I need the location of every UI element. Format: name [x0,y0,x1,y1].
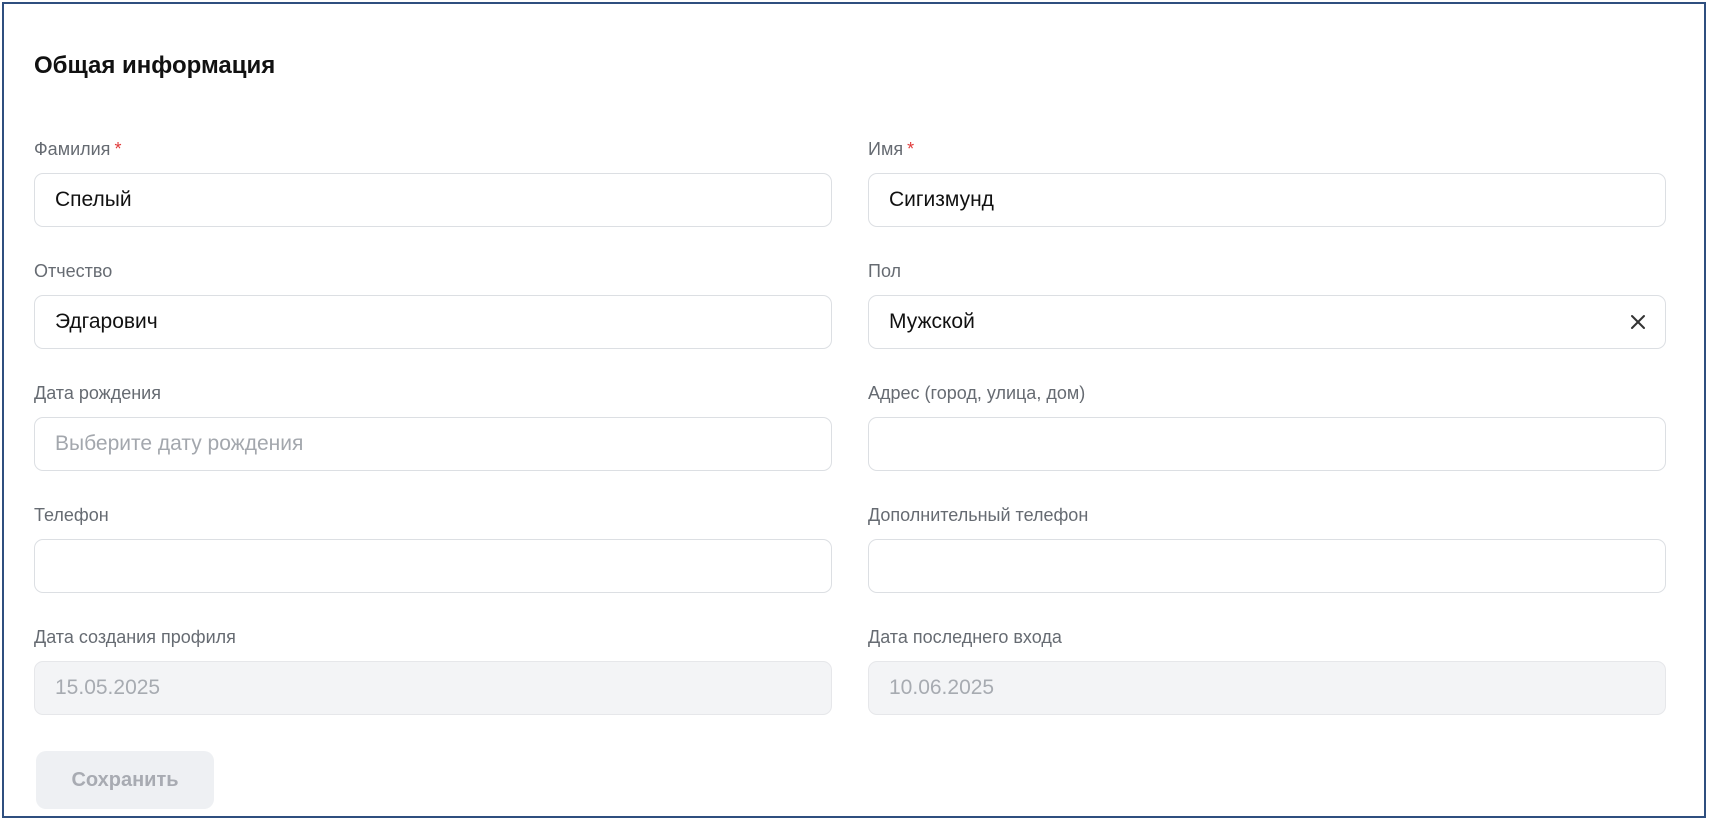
last-login-label: Дата последнего входа [868,627,1062,647]
first-name-field: Имя * Сигизмунд [868,138,1666,227]
gender-field: Пол Мужской [868,260,1666,349]
last-name-label: Фамилия * [34,139,122,159]
address-field: Адрес (город, улица, дом) [868,382,1666,471]
required-mark: * [907,139,915,159]
extra-phone-label: Дополнительный телефон [868,505,1089,525]
middle-name-field: Отчество Эдгарович [34,260,832,349]
last-login-input: 10.06.2025 [868,661,1666,715]
birth-date-field: Дата рождения Выберите дату рождения [34,382,832,471]
extra-phone-input[interactable] [868,539,1666,593]
birth-date-placeholder: Выберите дату рождения [55,432,304,455]
created-date-input: 15.05.2025 [34,661,832,715]
form-panel: Общая информация Фамилия * Спелый Имя * Си… [2,2,1706,818]
birth-date-label: Дата рождения [34,383,161,403]
created-date-value: 15.05.2025 [55,676,161,699]
last-login-value: 10.06.2025 [889,676,995,699]
first-name-value: Сигизмунд [889,188,994,211]
address-input[interactable] [868,417,1666,471]
created-date-label: Дата создания профиля [34,627,236,647]
last-name-value: Спелый [55,188,132,211]
phone-field: Телефон [34,504,832,593]
gender-value: Мужской [889,310,975,333]
gender-select[interactable]: Мужской [868,295,1666,349]
middle-name-value: Эдгарович [55,310,158,333]
birth-date-input[interactable]: Выберите дату рождения [34,417,832,471]
section-title: Общая информация [34,52,276,79]
close-icon[interactable] [1629,313,1647,331]
last-name-field: Фамилия * Спелый [34,138,832,227]
middle-name-label: Отчество [34,261,113,281]
first-name-label: Имя * [868,139,915,159]
save-button[interactable]: Сохранить [36,751,214,809]
last-login-field: Дата последнего входа 10.06.2025 [868,626,1666,715]
middle-name-input[interactable]: Эдгарович [34,295,832,349]
phone-label: Телефон [34,505,109,525]
address-label: Адрес (город, улица, дом) [868,383,1086,403]
gender-label: Пол [868,261,902,281]
phone-input[interactable] [34,539,832,593]
created-date-field: Дата создания профиля 15.05.2025 [34,626,832,715]
last-name-input[interactable]: Спелый [34,173,832,227]
first-name-input[interactable]: Сигизмунд [868,173,1666,227]
required-mark: * [114,139,122,159]
extra-phone-field: Дополнительный телефон [868,504,1666,593]
